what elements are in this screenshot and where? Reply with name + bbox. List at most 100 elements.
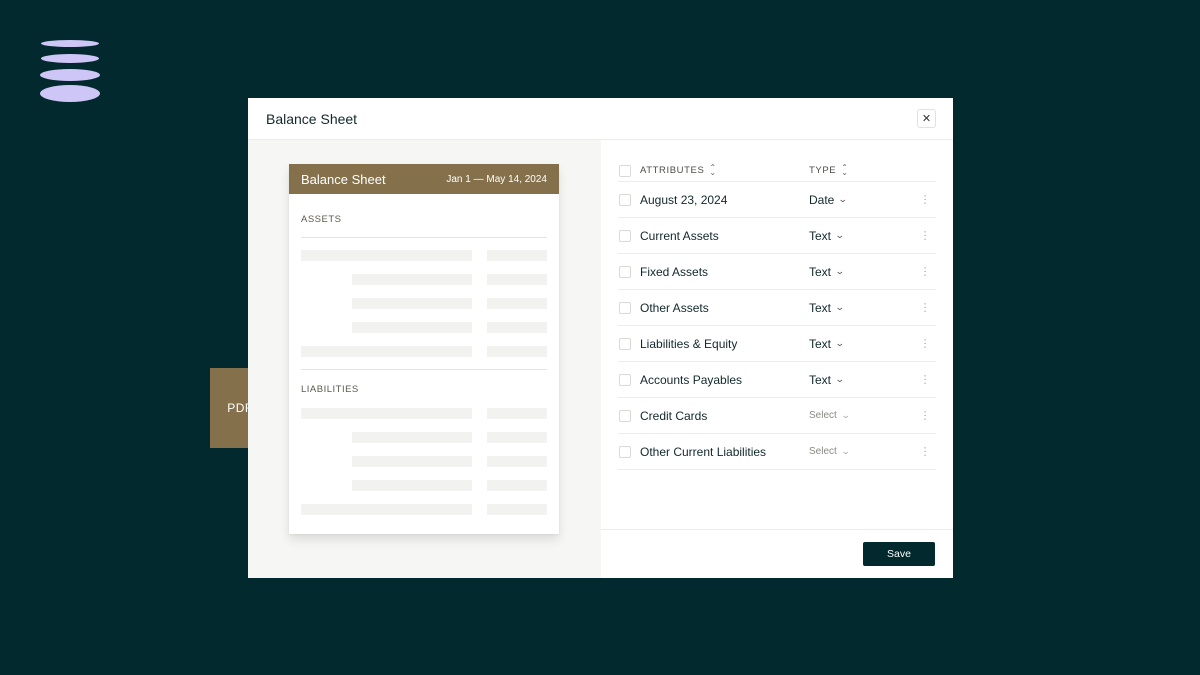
type-column-header[interactable]: TYPE ⌃ ⌄ <box>809 163 849 177</box>
type-dropdown[interactable]: Text ⌄ <box>809 228 845 243</box>
type-value: Text <box>809 300 832 315</box>
attribute-name: Other Assets <box>640 300 709 315</box>
document-divider <box>301 369 547 370</box>
table-row: August 23, 2024 Date ⌄ ··· <box>618 182 936 218</box>
placeholder-value <box>487 274 547 285</box>
attribute-name: Fixed Assets <box>640 264 709 279</box>
close-icon: ✕ <box>921 113 932 125</box>
placeholder-line <box>301 346 472 357</box>
placeholder-value <box>487 346 547 357</box>
document-preview: Balance Sheet Jan 1 — May 14, 2024 ASSET… <box>289 164 559 534</box>
placeholder-line <box>352 322 472 333</box>
placeholder-line <box>352 480 472 491</box>
row-checkbox[interactable] <box>619 409 631 422</box>
kebab-menu-icon[interactable]: ··· <box>919 374 931 385</box>
type-value: Date <box>809 192 835 207</box>
document-section-liabilities: LIABILITIES <box>301 384 359 395</box>
chevron-down-icon: ⌄ <box>834 230 845 240</box>
type-value: Text <box>809 372 832 387</box>
modal-title: Balance Sheet <box>266 110 358 127</box>
placeholder-line <box>301 408 472 419</box>
type-column-label: TYPE <box>809 165 837 176</box>
kebab-menu-icon[interactable]: ··· <box>919 302 931 313</box>
placeholder-value <box>487 432 547 443</box>
attribute-name: August 23, 2024 <box>640 192 728 207</box>
placeholder-value <box>487 456 547 467</box>
table-row: Liabilities & Equity Text ⌄ ··· <box>618 326 936 362</box>
sort-icon: ⌃ ⌄ <box>841 163 849 177</box>
chevron-down-icon: ⌄ <box>834 302 845 312</box>
placeholder-line <box>301 250 472 261</box>
sort-icon: ⌃ ⌄ <box>709 163 717 177</box>
chevron-down-icon: ⌄ <box>840 410 851 420</box>
row-checkbox[interactable] <box>619 193 631 206</box>
table-row: Current Assets Text ⌄ ··· <box>618 218 936 254</box>
row-checkbox[interactable] <box>619 229 631 242</box>
placeholder-line <box>352 274 472 285</box>
table-row: Credit Cards Select ⌄ ··· <box>618 398 936 434</box>
type-dropdown[interactable]: Text ⌄ <box>809 300 845 315</box>
attribute-name: Current Assets <box>640 228 719 243</box>
type-dropdown[interactable]: Select ⌄ <box>809 410 851 421</box>
type-value: Text <box>809 264 832 279</box>
row-checkbox[interactable] <box>619 373 631 386</box>
type-dropdown[interactable]: Date ⌄ <box>809 192 849 207</box>
save-button[interactable]: Save <box>863 542 935 566</box>
attribute-name: Liabilities & Equity <box>640 336 738 351</box>
type-placeholder: Select <box>809 446 837 457</box>
attribute-name: Other Current Liabilities <box>640 444 767 459</box>
modal-footer: Save <box>601 529 953 578</box>
type-value: Text <box>809 228 832 243</box>
placeholder-value <box>487 480 547 491</box>
document-section-assets: ASSETS <box>301 214 342 225</box>
close-button[interactable]: ✕ <box>917 109 936 128</box>
kebab-menu-icon[interactable]: ··· <box>919 194 931 205</box>
modal-header: Balance Sheet ✕ <box>248 98 953 140</box>
placeholder-value <box>487 322 547 333</box>
placeholder-line <box>352 456 472 467</box>
logo-icon <box>40 40 100 102</box>
document-header: Balance Sheet Jan 1 — May 14, 2024 <box>289 164 559 194</box>
table-row: Other Assets Text ⌄ ··· <box>618 290 936 326</box>
placeholder-line <box>352 432 472 443</box>
type-dropdown[interactable]: Text ⌄ <box>809 336 845 351</box>
row-checkbox[interactable] <box>619 265 631 278</box>
table-row: Fixed Assets Text ⌄ ··· <box>618 254 936 290</box>
type-value: Text <box>809 336 832 351</box>
document-date-range: Jan 1 — May 14, 2024 <box>446 173 547 185</box>
attribute-name: Accounts Payables <box>640 372 743 387</box>
row-checkbox[interactable] <box>619 337 631 350</box>
chevron-down-icon: ⌄ <box>834 266 845 276</box>
placeholder-value <box>487 504 547 515</box>
table-header: ATTRIBUTES ⌃ ⌄ TYPE ⌃ ⌄ <box>618 162 936 182</box>
kebab-menu-icon[interactable]: ··· <box>919 230 931 241</box>
document-preview-pane: Balance Sheet Jan 1 — May 14, 2024 ASSET… <box>248 140 601 578</box>
kebab-menu-icon[interactable]: ··· <box>919 338 931 349</box>
placeholder-line <box>352 298 472 309</box>
table-row: Other Current Liabilities Select ⌄ ··· <box>618 434 936 470</box>
type-dropdown[interactable]: Text ⌄ <box>809 372 845 387</box>
attributes-column-label: ATTRIBUTES <box>640 165 705 176</box>
attributes-column-header[interactable]: ATTRIBUTES ⌃ ⌄ <box>640 163 717 177</box>
attributes-table: ATTRIBUTES ⌃ ⌄ TYPE ⌃ ⌄ August 23, 2024 Da… <box>618 162 936 470</box>
type-dropdown[interactable]: Text ⌄ <box>809 264 845 279</box>
balance-sheet-modal: Balance Sheet ✕ Balance Sheet Jan 1 — Ma… <box>248 98 953 578</box>
type-dropdown[interactable]: Select ⌄ <box>809 446 851 457</box>
chevron-down-icon: ⌄ <box>834 338 845 348</box>
placeholder-value <box>487 250 547 261</box>
select-all-checkbox[interactable] <box>619 165 631 177</box>
kebab-menu-icon[interactable]: ··· <box>919 446 931 457</box>
type-placeholder: Select <box>809 410 837 421</box>
chevron-down-icon: ⌄ <box>834 374 845 384</box>
table-row: Accounts Payables Text ⌄ ··· <box>618 362 936 398</box>
kebab-menu-icon[interactable]: ··· <box>919 266 931 277</box>
placeholder-value <box>487 408 547 419</box>
kebab-menu-icon[interactable]: ··· <box>919 410 931 421</box>
attribute-name: Credit Cards <box>640 408 708 423</box>
chevron-down-icon: ⌄ <box>840 446 851 456</box>
chevron-down-icon: ⌄ <box>838 194 849 204</box>
attributes-pane: ATTRIBUTES ⌃ ⌄ TYPE ⌃ ⌄ August 23, 2024 Da… <box>601 140 953 578</box>
row-checkbox[interactable] <box>619 301 631 314</box>
row-checkbox[interactable] <box>619 445 631 458</box>
document-title: Balance Sheet <box>301 171 386 187</box>
